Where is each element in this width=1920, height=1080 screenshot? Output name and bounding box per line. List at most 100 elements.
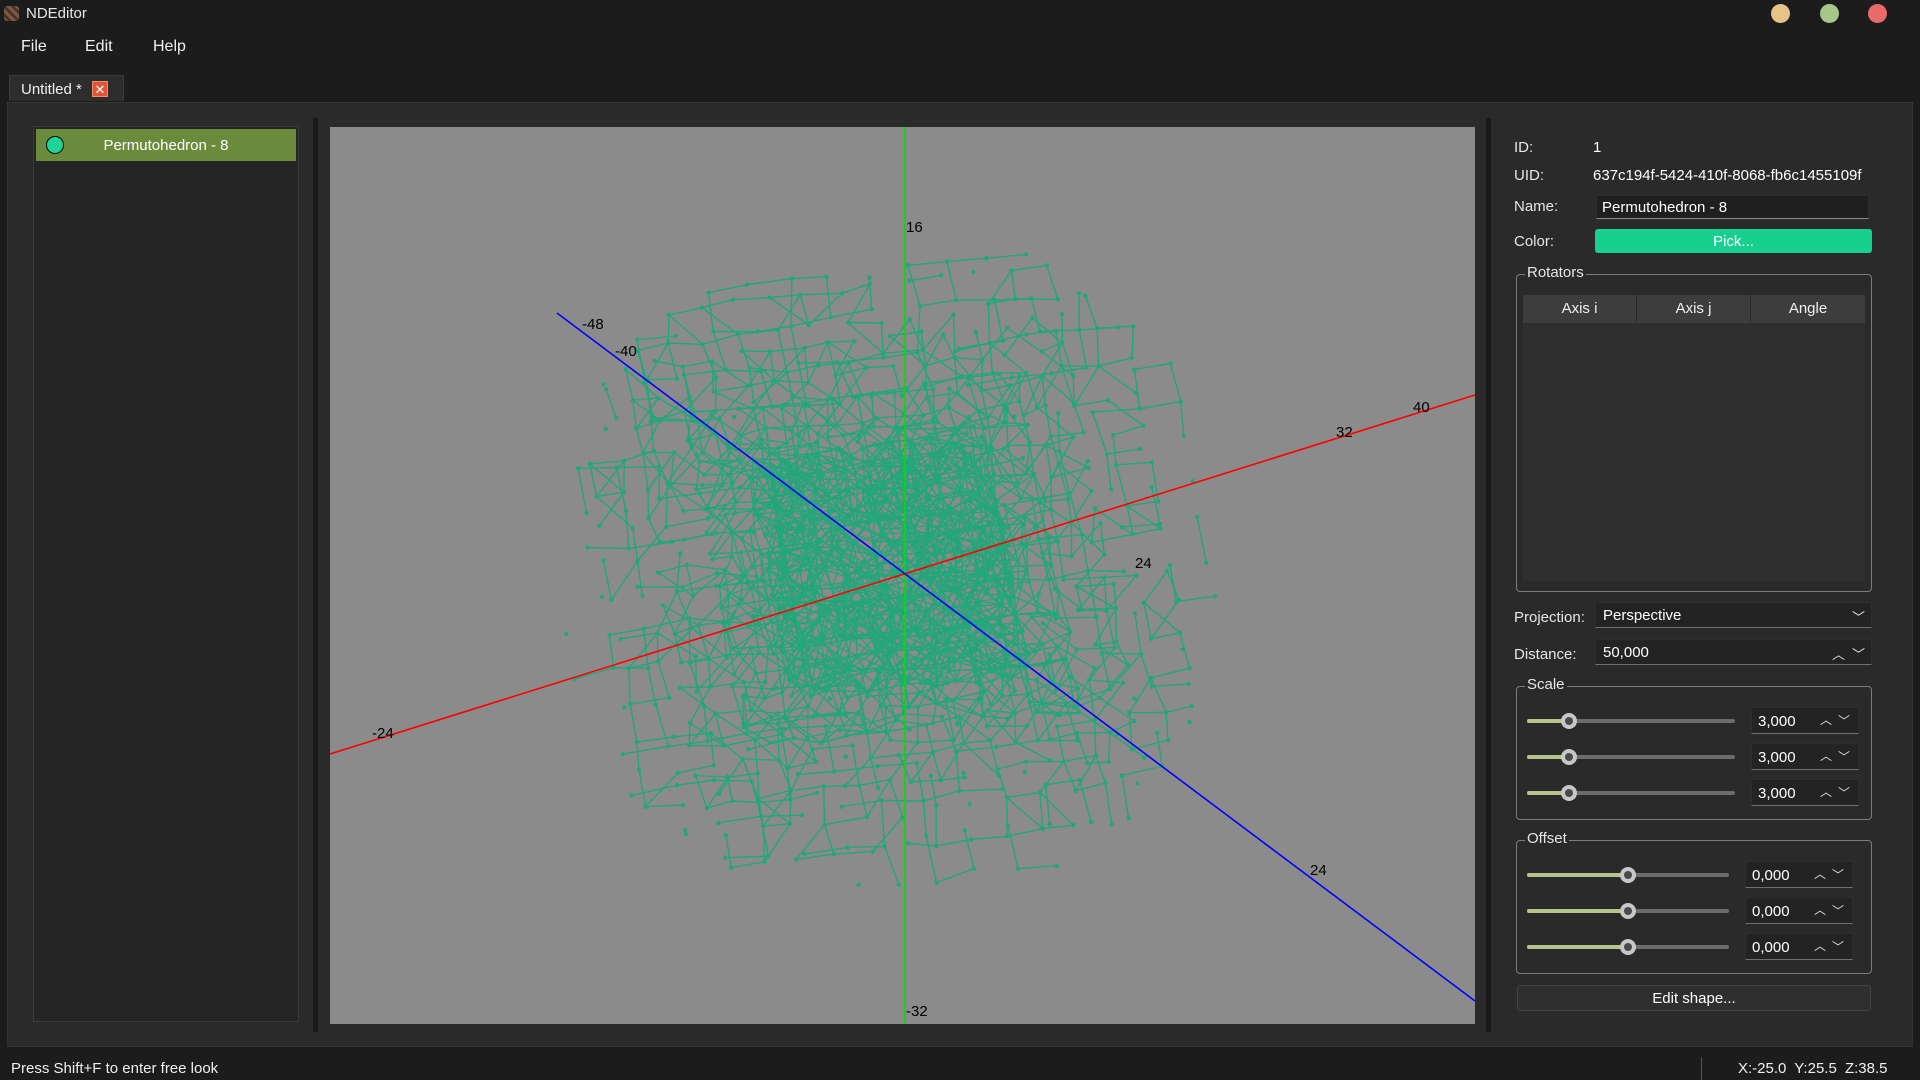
- tick-label: 24: [1135, 555, 1152, 572]
- rotators-table-body[interactable]: [1523, 323, 1865, 581]
- minimize-button[interactable]: [1771, 4, 1790, 23]
- tick-label: -32: [906, 1003, 928, 1020]
- scale-group: Scale 3,000 ︿ ﹀ 3,000 ︿ ﹀ 3,000 ︿ ﹀: [1516, 676, 1872, 820]
- close-tab-icon[interactable]: ✕: [92, 81, 108, 97]
- 3d-viewport[interactable]: -24 24 32 40 16 -32 -48 -40 24: [330, 127, 1475, 1024]
- tab-label: Untitled *: [21, 81, 82, 98]
- offset-spinbox[interactable]: 0,000 ︿ ﹀: [1745, 861, 1853, 888]
- offset-spinbox[interactable]: 0,000 ︿ ﹀: [1745, 897, 1853, 924]
- menu-file[interactable]: File: [21, 38, 47, 56]
- id-value: 1: [1593, 139, 1602, 156]
- slider-handle: [1560, 749, 1577, 765]
- title-bar: NDEditor: [0, 0, 1920, 28]
- scale-value: 3,000: [1758, 785, 1796, 802]
- close-window-button[interactable]: [1868, 4, 1887, 23]
- tab-untitled[interactable]: Untitled * ✕: [9, 75, 124, 101]
- tick-label: -24: [372, 725, 394, 742]
- column-header-angle[interactable]: Angle: [1751, 295, 1865, 323]
- column-header-axis-j[interactable]: Axis j: [1637, 295, 1751, 323]
- shape-label: Permutohedron - 8: [103, 137, 229, 154]
- name-label: Name:: [1514, 198, 1559, 215]
- status-bar: Press Shift+F to enter free look X:-25.0…: [0, 1057, 1920, 1080]
- edit-shape-button[interactable]: Edit shape...: [1517, 985, 1871, 1011]
- offset-spinbox[interactable]: 0,000 ︿ ﹀: [1745, 933, 1853, 960]
- shape-list: Permutohedron - 8: [33, 126, 299, 1022]
- chevron-down-icon[interactable]: ﹀: [1832, 902, 1844, 919]
- scale-slider[interactable]: [1527, 713, 1735, 729]
- offset-value: 0,000: [1752, 939, 1790, 956]
- properties-panel: ID: 1 UID: 637c194f-5424-410f-8068-fb6c1…: [1500, 126, 1900, 1026]
- window-title: NDEditor: [26, 5, 87, 22]
- chevron-up-icon[interactable]: ︿: [1814, 937, 1826, 954]
- id-label: ID:: [1514, 139, 1534, 156]
- chevron-down-icon[interactable]: ﹀: [1832, 866, 1844, 883]
- scale-value: 3,000: [1758, 749, 1796, 766]
- tick-label: -48: [582, 316, 604, 333]
- column-header-axis-i[interactable]: Axis i: [1523, 295, 1637, 323]
- offset-value: 0,000: [1752, 903, 1790, 920]
- tick-label: 24: [1310, 862, 1327, 879]
- scale-spinbox[interactable]: 3,000 ︿ ﹀: [1751, 707, 1859, 734]
- distance-label: Distance:: [1514, 646, 1577, 663]
- scale-spinbox[interactable]: 3,000 ︿ ﹀: [1751, 743, 1859, 770]
- offset-slider[interactable]: [1527, 867, 1729, 883]
- rotators-group: Rotators Axis i Axis j Angle: [1516, 264, 1872, 592]
- pick-color-button[interactable]: Pick...: [1595, 229, 1872, 253]
- uid-value: 637c194f-5424-410f-8068-fb6c1455109f: [1593, 167, 1862, 184]
- offset-slider[interactable]: [1527, 939, 1729, 955]
- chevron-down-icon: ﹀: [1851, 610, 1865, 625]
- offset-group: Offset 0,000 ︿ ﹀ 0,000 ︿ ﹀ 0,000 ︿ ﹀: [1516, 830, 1872, 974]
- left-splitter[interactable]: [313, 118, 318, 1032]
- document-tab-bar: Untitled * ✕: [0, 74, 1920, 102]
- permutohedron-wireframe: [564, 252, 1217, 887]
- tick-label: 16: [906, 219, 923, 236]
- scale-title: Scale: [1525, 676, 1567, 693]
- chevron-down-icon[interactable]: ﹀: [1832, 938, 1844, 955]
- slider-handle: [1620, 903, 1636, 919]
- slider-handle: [1560, 785, 1577, 801]
- menu-edit[interactable]: Edit: [85, 38, 113, 56]
- chevron-down-icon[interactable]: ﹀: [1852, 644, 1865, 663]
- status-hint: Press Shift+F to enter free look: [11, 1060, 219, 1077]
- tick-label: 40: [1413, 399, 1430, 416]
- right-splitter[interactable]: [1486, 118, 1491, 1032]
- slider-handle: [1620, 939, 1636, 955]
- uid-label: UID:: [1514, 167, 1544, 184]
- slider-handle: [1620, 867, 1636, 883]
- chevron-up-icon[interactable]: ︿: [1820, 711, 1832, 728]
- cursor-coordinates: X:-25.0 Y:25.5 Z:38.5: [1738, 1060, 1888, 1077]
- rotators-table-header: Axis i Axis j Angle: [1523, 295, 1865, 323]
- scale-slider[interactable]: [1527, 749, 1735, 765]
- chevron-up-icon[interactable]: ︿: [1832, 644, 1845, 663]
- chevron-up-icon[interactable]: ︿: [1820, 747, 1832, 764]
- tick-label: 32: [1336, 424, 1353, 441]
- viewport-canvas[interactable]: -24 24 32 40 16 -32 -48 -40 24: [330, 127, 1475, 1024]
- name-field[interactable]: [1596, 195, 1869, 219]
- projection-value: Perspective: [1603, 607, 1682, 624]
- scale-slider[interactable]: [1527, 785, 1735, 801]
- status-divider: [1701, 1057, 1702, 1080]
- scale-value: 3,000: [1758, 713, 1796, 730]
- projection-select[interactable]: Perspective ﹀: [1595, 602, 1872, 628]
- slider-handle: [1560, 713, 1577, 729]
- offset-title: Offset: [1525, 830, 1569, 847]
- rotators-title: Rotators: [1525, 264, 1586, 281]
- menu-help[interactable]: Help: [153, 38, 186, 56]
- offset-slider[interactable]: [1527, 903, 1729, 919]
- chevron-up-icon[interactable]: ︿: [1820, 783, 1832, 800]
- maximize-button[interactable]: [1820, 4, 1839, 23]
- tick-label: -40: [615, 343, 637, 360]
- axes: [330, 127, 1475, 1024]
- chevron-down-icon[interactable]: ﹀: [1838, 784, 1850, 801]
- chevron-down-icon[interactable]: ﹀: [1838, 712, 1850, 729]
- projection-label: Projection:: [1514, 609, 1585, 626]
- scale-spinbox[interactable]: 3,000 ︿ ﹀: [1751, 779, 1859, 806]
- chevron-down-icon[interactable]: ﹀: [1838, 748, 1850, 765]
- chevron-up-icon[interactable]: ︿: [1814, 901, 1826, 918]
- distance-spinbox[interactable]: 50,000 ︿ ﹀: [1595, 639, 1872, 665]
- list-item[interactable]: Permutohedron - 8: [36, 129, 296, 161]
- chevron-up-icon[interactable]: ︿: [1814, 865, 1826, 882]
- distance-value: 50,000: [1603, 644, 1649, 661]
- menu-bar: File Edit Help: [0, 28, 1920, 68]
- color-label: Color:: [1514, 233, 1555, 250]
